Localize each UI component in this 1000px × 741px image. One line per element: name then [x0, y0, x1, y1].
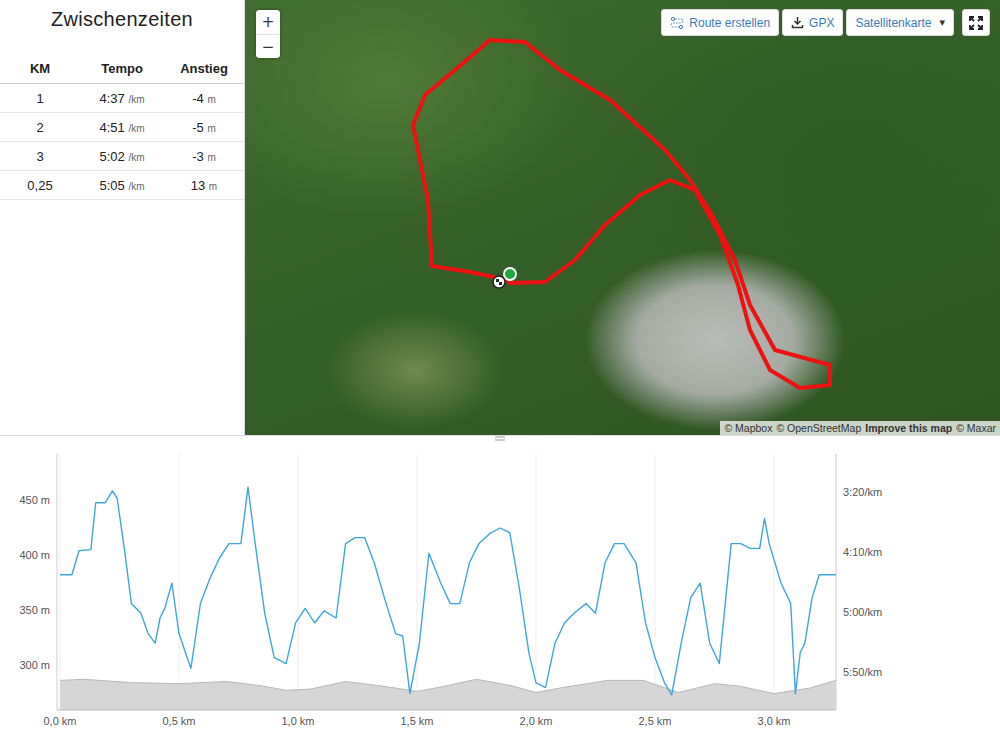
x-gridline	[536, 454, 537, 710]
table-row: 2 4:51 /km -5 m	[0, 113, 244, 142]
x-gridline	[179, 454, 180, 710]
attribution-item[interactable]: Improve this map	[865, 422, 952, 434]
pace-cell: 5:02 /km	[80, 149, 164, 164]
x-gridline	[60, 454, 61, 710]
map-layer-select[interactable]: Satellitenkarte ▾	[846, 9, 954, 36]
attribution-item: © Mapbox	[724, 422, 772, 434]
pace-tick: 5:00/km	[843, 606, 882, 618]
splits-panel: Zwischenzeiten KMTempoAnstieg 1 4:37 /km…	[0, 0, 245, 435]
x-gridline	[417, 454, 418, 710]
pace-line	[60, 487, 836, 695]
map-attribution: © Mapbox © OpenStreetMap Improve this map ©…	[720, 421, 1000, 435]
column-header: KM	[0, 61, 80, 76]
fullscreen-icon	[968, 15, 984, 31]
pace-tick: 4:10/km	[843, 546, 882, 558]
distance-tick: 1,5 km	[400, 715, 433, 727]
download-icon	[791, 16, 804, 29]
x-gridline	[774, 454, 775, 710]
pace-tick: 3:20/km	[843, 486, 882, 498]
x-gridline	[655, 454, 656, 710]
top-section: Zwischenzeiten KMTempoAnstieg 1 4:37 /km…	[0, 0, 1000, 435]
elevation-tick: 300 m	[19, 659, 50, 671]
zoom-out-button[interactable]: −	[256, 34, 280, 58]
column-header: Tempo	[80, 61, 164, 76]
panel-divider[interactable]	[0, 435, 1000, 439]
distance-tick: 3,0 km	[757, 715, 790, 727]
elevation-tick: 400 m	[19, 549, 50, 561]
zoom-control: + −	[256, 10, 280, 58]
ascent-cell: -4 m	[164, 91, 244, 106]
route-icon	[670, 16, 684, 30]
column-header: Anstieg	[164, 61, 244, 76]
pace-cell: 5:05 /km	[80, 178, 164, 193]
zoom-in-button[interactable]: +	[256, 10, 280, 34]
attribution-item: © OpenStreetMap	[776, 422, 861, 434]
elevation-line	[60, 679, 836, 693]
elevation-tick: 350 m	[19, 604, 50, 616]
finish-marker-icon[interactable]	[493, 276, 505, 288]
attribution-item: © Maxar	[956, 422, 996, 434]
map-toolbar: Route erstellen GPX Satellitenkarte ▾	[661, 9, 990, 36]
table-header: KMTempoAnstieg	[0, 54, 244, 84]
elevation-area	[60, 679, 836, 710]
pace-tick: 5:50/km	[843, 666, 882, 678]
splits-title: Zwischenzeiten	[0, 0, 244, 34]
distance-tick: 2,5 km	[638, 715, 671, 727]
km-cell: 1	[0, 91, 80, 106]
resize-grip-icon[interactable]	[495, 436, 505, 441]
ascent-cell: 13 m	[164, 178, 244, 193]
gpx-download-button[interactable]: GPX	[782, 9, 843, 36]
map[interactable]: + − Route erstellen GPX Satellitenkarte …	[245, 0, 1000, 435]
route-layer	[245, 0, 1000, 435]
distance-tick: 0,5 km	[162, 715, 195, 727]
ascent-cell: -5 m	[164, 120, 244, 135]
x-axis-line	[57, 710, 836, 711]
km-cell: 0,25	[0, 178, 80, 193]
start-marker-icon[interactable]	[504, 268, 516, 280]
elevation-tick: 450 m	[19, 494, 50, 506]
left-axis-line	[57, 454, 58, 710]
x-gridline	[298, 454, 299, 710]
table-row: 3 5:02 /km -3 m	[0, 142, 244, 171]
route-line	[413, 40, 830, 388]
route-button[interactable]: Route erstellen	[661, 9, 779, 36]
table-row: 0,25 5:05 /km 13 m	[0, 171, 244, 200]
km-cell: 3	[0, 149, 80, 164]
fullscreen-button[interactable]	[962, 9, 990, 36]
km-cell: 2	[0, 120, 80, 135]
activity-page: Zwischenzeiten KMTempoAnstieg 1 4:37 /km…	[0, 0, 1000, 741]
pace-cell: 4:37 /km	[80, 91, 164, 106]
pace-cell: 4:51 /km	[80, 120, 164, 135]
chart-canvas: 450 m 400 m 350 m 300 m 3:20/km 4:10/km 5:00/k…	[0, 439, 1000, 741]
right-axis-line	[836, 454, 837, 710]
distance-tick: 1,0 km	[281, 715, 314, 727]
ascent-cell: -3 m	[164, 149, 244, 164]
elevation-pace-chart: 450 m 400 m 350 m 300 m 3:20/km 4:10/km 5:00/k…	[0, 439, 1000, 741]
caret-icon: ▾	[939, 16, 945, 29]
table-row: 1 4:37 /km -4 m	[0, 84, 244, 113]
distance-tick: 0,0 km	[43, 715, 76, 727]
splits-table: KMTempoAnstieg 1 4:37 /km -4 m2 4:51 /km…	[0, 54, 244, 200]
distance-tick: 2,0 km	[519, 715, 552, 727]
